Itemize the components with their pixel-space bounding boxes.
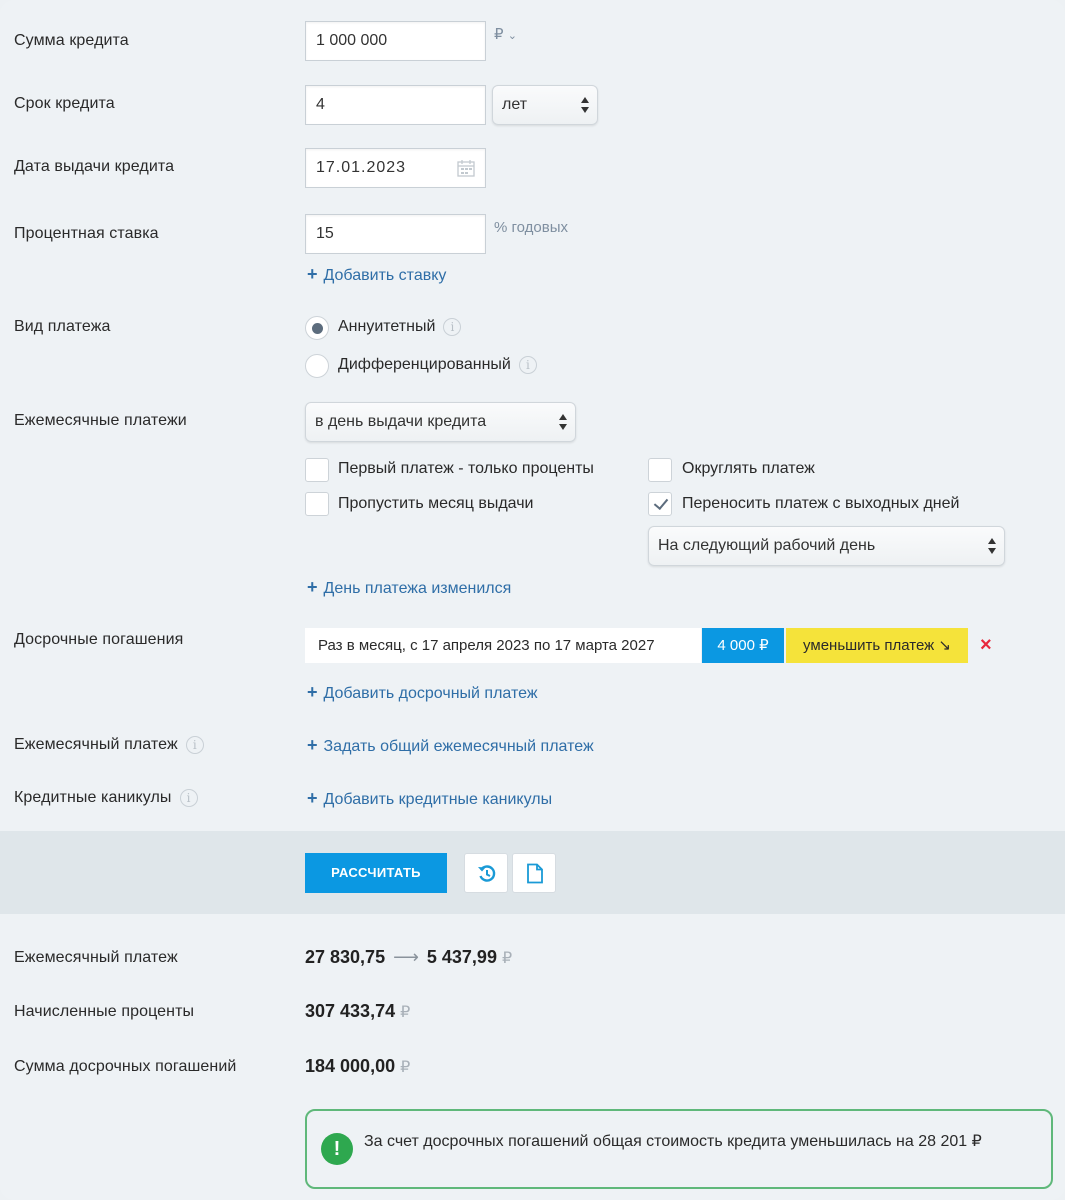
- checkbox-first-interest-only[interactable]: [305, 458, 329, 482]
- radio-differentiated[interactable]: [305, 354, 329, 378]
- loan-term-unit-value: лет: [502, 96, 528, 113]
- issue-date-label: Дата выдачи кредита: [14, 158, 175, 175]
- early-repayment-amount-badge[interactable]: 4 000 ₽: [702, 628, 784, 663]
- loan-calculator: Сумма кредита 1 000 000 ₽ ⌄ Срок кредита…: [0, 0, 1065, 1200]
- monthly-payments-label: Ежемесячные платежи: [14, 412, 187, 429]
- loan-amount-label: Сумма кредита: [14, 32, 129, 49]
- currency-dropdown[interactable]: ₽ ⌄: [494, 25, 517, 43]
- result-early-sum-label: Сумма досрочных погашений: [14, 1058, 237, 1075]
- chevron-down-icon: ⌄: [507, 30, 517, 42]
- info-icon[interactable]: i: [185, 736, 204, 754]
- payment-after: 5 437,99: [426, 947, 497, 967]
- arrow-right-icon: ⟶: [393, 947, 419, 967]
- payment-day-changed-label: День платежа изменился: [323, 580, 512, 597]
- first-interest-only-label[interactable]: Первый платеж - только проценты: [338, 460, 594, 478]
- transfer-day-value: На следующий рабочий день: [658, 537, 876, 554]
- add-rate-label: Добавить ставку: [323, 267, 447, 284]
- plus-icon: +: [307, 735, 318, 755]
- document-button[interactable]: [512, 853, 556, 893]
- savings-note-text: За счет досрочных погашений общая стоимо…: [364, 1133, 982, 1150]
- add-credit-holidays-link[interactable]: + Добавить кредитные каникулы: [307, 788, 552, 809]
- loan-term-unit-select[interactable]: лет: [492, 85, 598, 125]
- round-payment-label[interactable]: Округлять платеж: [682, 460, 815, 478]
- select-arrows-icon: [559, 414, 567, 430]
- currency-symbol: ₽: [501, 950, 513, 967]
- early-repayment-period[interactable]: Раз в месяц, с 17 апреля 2023 по 17 март…: [305, 628, 701, 663]
- savings-note: ! За счет досрочных погашений общая стои…: [305, 1109, 1053, 1189]
- info-icon[interactable]: i: [443, 318, 462, 336]
- monthly-payment-label-text: Ежемесячный платеж: [14, 736, 178, 754]
- result-interest-value: 307 433,74 ₽: [305, 1001, 410, 1022]
- info-icon[interactable]: i: [518, 356, 537, 374]
- interest-amount: 307 433,74: [305, 1001, 396, 1021]
- result-interest-label: Начисленные проценты: [14, 1003, 195, 1020]
- skip-issue-month-label[interactable]: Пропустить месяц выдачи: [338, 495, 533, 513]
- plus-icon: +: [307, 788, 318, 808]
- early-sum-amount: 184 000,00: [305, 1056, 396, 1076]
- credit-holidays-label: Кредитные каникулы i: [14, 789, 198, 807]
- payment-day-value: в день выдачи кредита: [315, 413, 487, 430]
- add-early-repayment-link[interactable]: + Добавить досрочный платеж: [307, 682, 538, 703]
- set-monthly-payment-label: Задать общий ежемесячный платеж: [323, 738, 594, 755]
- early-repayments-label: Досрочные погашения: [14, 631, 184, 648]
- info-icon[interactable]: i: [179, 789, 198, 807]
- credit-holidays-label-text: Кредитные каникулы: [14, 789, 172, 807]
- currency-symbol: ₽: [400, 1004, 411, 1021]
- remove-icon[interactable]: ×: [980, 634, 992, 656]
- radio-annuity[interactable]: [305, 316, 329, 340]
- plus-icon: +: [307, 577, 318, 597]
- differentiated-option[interactable]: Дифференцированный i: [338, 356, 537, 374]
- result-monthly-payment-value: 27 830,75 ⟶ 5 437,99 ₽: [305, 947, 512, 968]
- differentiated-label: Дифференцированный: [338, 356, 511, 374]
- rate-unit: % годовых: [494, 219, 569, 236]
- loan-term-label: Срок кредита: [14, 95, 115, 112]
- checkbox-skip-issue-month[interactable]: [305, 492, 329, 516]
- result-early-sum-value: 184 000,00 ₽: [305, 1056, 410, 1077]
- issue-date-input[interactable]: 17.01.2023: [305, 148, 486, 188]
- reset-icon: [478, 865, 496, 882]
- annuity-label: Аннуитетный: [338, 318, 436, 336]
- select-arrows-icon: [581, 97, 589, 113]
- transfer-day-select[interactable]: На следующий рабочий день: [648, 526, 1005, 566]
- add-rate-link[interactable]: + Добавить ставку: [307, 264, 446, 285]
- transfer-weekends-label[interactable]: Переносить платеж с выходных дней: [682, 495, 959, 513]
- checkbox-transfer-weekends[interactable]: [648, 492, 672, 516]
- payment-day-select[interactable]: в день выдачи кредита: [305, 402, 576, 442]
- payment-day-changed-link[interactable]: + День платежа изменился: [307, 577, 511, 598]
- plus-icon: +: [307, 264, 318, 284]
- select-arrows-icon: [988, 538, 996, 554]
- issue-date-value: 17.01.2023: [316, 159, 407, 176]
- rate-label: Процентная ставка: [14, 225, 159, 242]
- add-early-repayment-label: Добавить досрочный платеж: [323, 685, 538, 702]
- loan-amount-input[interactable]: 1 000 000: [305, 21, 486, 61]
- checkbox-round-payment[interactable]: [648, 458, 672, 482]
- document-icon: [527, 863, 543, 884]
- result-monthly-payment-label: Ежемесячный платеж: [14, 949, 178, 966]
- plus-icon: +: [307, 682, 318, 702]
- reset-button[interactable]: [464, 853, 508, 893]
- early-repayment-mode-badge[interactable]: уменьшить платеж ↘: [786, 628, 968, 663]
- loan-term-input[interactable]: 4: [305, 85, 486, 125]
- calculate-button[interactable]: РАССЧИТАТЬ: [305, 853, 447, 893]
- monthly-payment-label: Ежемесячный платеж i: [14, 736, 204, 754]
- calendar-icon[interactable]: [457, 159, 475, 177]
- annuity-option[interactable]: Аннуитетный i: [338, 318, 462, 336]
- currency-symbol: ₽: [400, 1059, 411, 1076]
- add-credit-holidays-label: Добавить кредитные каникулы: [323, 791, 553, 808]
- payment-before: 27 830,75: [305, 947, 386, 967]
- exclamation-icon: !: [321, 1133, 353, 1165]
- currency-symbol: ₽: [494, 26, 504, 43]
- payment-type-label: Вид платежа: [14, 318, 111, 335]
- rate-input[interactable]: 15: [305, 214, 486, 254]
- set-monthly-payment-link[interactable]: + Задать общий ежемесячный платеж: [307, 735, 594, 756]
